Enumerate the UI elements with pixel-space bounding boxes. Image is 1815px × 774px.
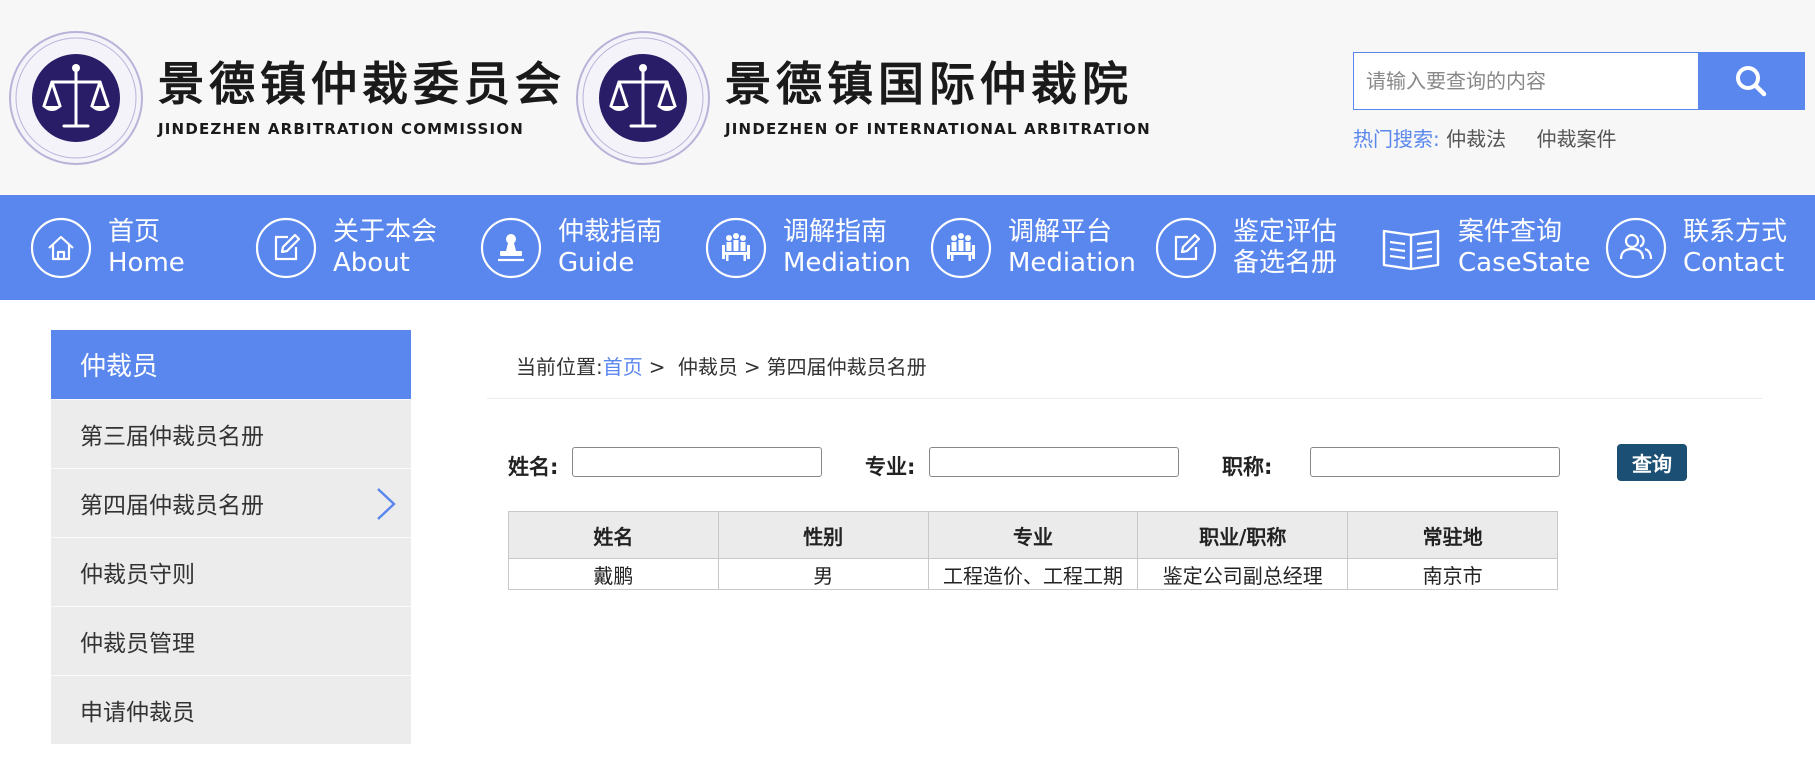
meeting-icon — [930, 217, 992, 278]
logo-arbitration-commission[interactable]: 景德镇仲裁委员会 JINDEZHEN ARBITRATION COMMISSIO… — [8, 30, 566, 166]
search-icon — [1736, 66, 1767, 97]
sidebar-item-apply[interactable]: 申请仲裁员 — [51, 675, 411, 744]
nav-item-guide[interactable]: 仲裁指南 Guide — [450, 195, 675, 300]
breadcrumb-separator: > — [648, 355, 666, 379]
logo-title-en: JINDEZHEN OF INTERNATIONAL ARBITRATION — [725, 120, 1151, 138]
name-filter-input[interactable] — [572, 447, 822, 477]
major-filter-label: 专业: — [865, 455, 916, 479]
table-row: 戴鹏 男 工程造价、工程工期 鉴定公司副总经理 南京市 — [508, 558, 1558, 590]
sidebar-item-fourth-roster[interactable]: 第四届仲裁员名册 — [51, 468, 411, 537]
nav-label-en: CaseState — [1458, 247, 1591, 278]
search-box — [1353, 52, 1805, 110]
hot-search: 热门搜索: 仲裁法 仲裁案件 — [1353, 123, 1640, 152]
sidebar-item-label: 仲裁员管理 — [80, 631, 195, 657]
breadcrumb: 当前位置:首页 > 仲裁员 > 第四届仲裁员名册 — [516, 351, 927, 380]
divider — [487, 398, 1762, 399]
logo-international-arbitration[interactable]: 景德镇国际仲裁院 JINDEZHEN OF INTERNATIONAL ARBI… — [575, 30, 1151, 166]
column-header-residence: 常驻地 — [1347, 511, 1558, 559]
search-input[interactable] — [1354, 53, 1698, 109]
table-header-row: 姓名 性别 专业 职业/职称 常驻地 — [508, 511, 1558, 559]
arbitrator-table: 姓名 性别 专业 职业/职称 常驻地 戴鹏 男 工程造价、工程工期 鉴定公司副总… — [508, 511, 1558, 590]
breadcrumb-separator: > — [743, 355, 761, 379]
meeting-icon — [705, 217, 767, 278]
breadcrumb-home-link[interactable]: 首页 — [603, 355, 643, 379]
nav-item-contact[interactable]: 联系方式 Contact — [1575, 195, 1800, 300]
breadcrumb-prefix: 当前位置: — [516, 355, 603, 379]
search-button[interactable] — [1698, 53, 1804, 109]
cell-name: 戴鹏 — [508, 558, 719, 590]
nav-label-cn: 案件查询 — [1458, 216, 1563, 247]
nav-label-en: Contact — [1683, 247, 1785, 278]
nav-label-cn: 首页 — [108, 216, 161, 247]
home-icon — [30, 217, 92, 278]
column-header-major: 专业 — [927, 511, 1139, 559]
breadcrumb-current: 第四届仲裁员名册 — [766, 355, 927, 379]
nav-label-cn: 仲裁指南 — [558, 216, 663, 247]
column-header-title: 职业/职称 — [1137, 511, 1349, 559]
users-icon — [1605, 217, 1667, 278]
column-header-name: 姓名 — [508, 511, 719, 559]
site-header: 景德镇仲裁委员会 JINDEZHEN ARBITRATION COMMISSIO… — [0, 0, 1815, 195]
hot-search-link[interactable]: 仲裁案件 — [1536, 127, 1616, 151]
arbitration-seal-icon — [576, 31, 710, 165]
nav-label-en: Mediation — [783, 247, 911, 278]
nav-label-en: 备选名册 — [1233, 247, 1338, 278]
query-button[interactable]: 查询 — [1617, 444, 1687, 481]
nav-item-mediation-platform[interactable]: 调解平台 Mediation — [900, 195, 1136, 300]
title-filter-label: 职称: — [1222, 455, 1273, 479]
nav-label-cn: 关于本会 — [333, 216, 438, 247]
nav-label-cn: 调解平台 — [1008, 216, 1113, 247]
sidebar-item-label: 申请仲裁员 — [80, 700, 195, 726]
edit-icon — [1155, 217, 1217, 278]
nav-item-mediation-guide[interactable]: 调解指南 Mediation — [675, 195, 911, 300]
chevron-right-icon — [377, 488, 396, 520]
cell-title: 鉴定公司副总经理 — [1137, 558, 1349, 590]
nav-label-cn: 鉴定评估 — [1233, 216, 1338, 247]
logo-title-en: JINDEZHEN ARBITRATION COMMISSION — [158, 120, 525, 138]
sidebar-item-management[interactable]: 仲裁员管理 — [51, 606, 411, 675]
sidebar-item-label: 第三届仲裁员名册 — [80, 424, 264, 450]
sidebar-item-label: 仲裁员守则 — [80, 562, 195, 588]
nav-label-cn: 联系方式 — [1683, 216, 1788, 247]
cell-gender: 男 — [717, 558, 929, 590]
major-filter-input[interactable] — [929, 447, 1179, 477]
arbitration-seal-icon — [9, 31, 143, 165]
nav-item-case-query[interactable]: 案件查询 CaseState — [1350, 195, 1590, 300]
column-header-gender: 性别 — [717, 511, 929, 559]
logo-title-cn: 景德镇国际仲裁院 — [725, 57, 1133, 111]
sidebar: 仲裁员 第三届仲裁员名册 第四届仲裁员名册 仲裁员守则 仲裁员管理 申请仲裁员 — [51, 330, 411, 744]
nav-label-en: Home — [108, 247, 185, 278]
nav-item-home[interactable]: 首页 Home — [0, 195, 225, 300]
cell-residence: 南京市 — [1347, 558, 1558, 590]
nav-label-cn: 调解指南 — [783, 216, 888, 247]
nav-item-about[interactable]: 关于本会 About — [225, 195, 450, 300]
sidebar-item-third-roster[interactable]: 第三届仲裁员名册 — [51, 399, 411, 468]
nav-label-en: Mediation — [1008, 247, 1136, 278]
nav-label-en: Guide — [558, 247, 635, 278]
sidebar-item-code-of-conduct[interactable]: 仲裁员守则 — [51, 537, 411, 606]
hot-search-link[interactable]: 仲裁法 — [1446, 127, 1506, 151]
sidebar-title: 仲裁员 — [51, 330, 411, 399]
edit-icon — [255, 217, 317, 278]
main-nav: 首页 Home 关于本会 About 仲裁指南 Guide 调解指南 Media… — [0, 195, 1815, 300]
breadcrumb-level1[interactable]: 仲裁员 — [678, 355, 738, 379]
nav-item-appraisal-roster[interactable]: 鉴定评估 备选名册 — [1125, 195, 1350, 300]
book-icon — [1382, 229, 1440, 270]
nav-label-en: About — [333, 247, 410, 278]
name-filter-label: 姓名: — [508, 455, 559, 479]
hot-search-label: 热门搜索: — [1353, 127, 1440, 151]
cell-major: 工程造价、工程工期 — [927, 558, 1139, 590]
logo-title-cn: 景德镇仲裁委员会 — [158, 57, 566, 111]
title-filter-input[interactable] — [1310, 447, 1560, 477]
sidebar-item-label: 第四届仲裁员名册 — [80, 493, 264, 519]
stamp-icon — [480, 217, 542, 278]
